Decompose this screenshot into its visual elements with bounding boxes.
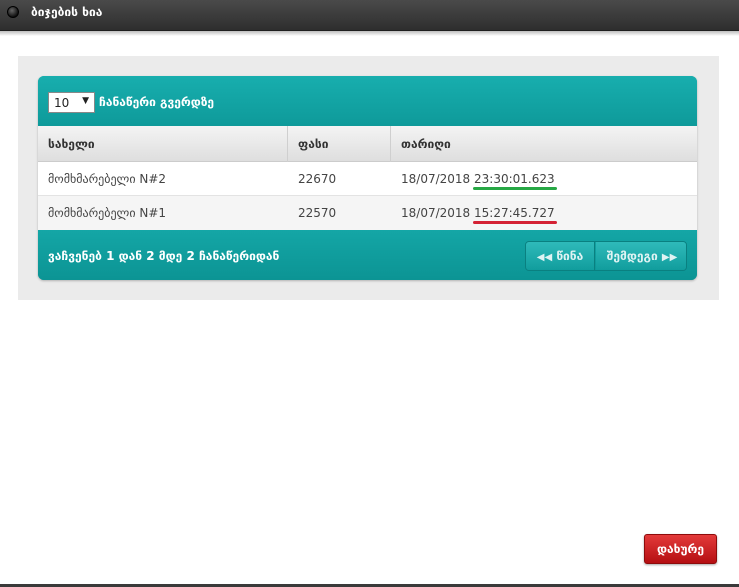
close-button[interactable]: დახურე: [644, 534, 717, 564]
page-length-value: 10: [54, 96, 70, 110]
window-titlebar: ბიჯების ხია: [0, 0, 739, 31]
table-info: ვაჩვენებ 1 დან 2 მდე 2 ჩანაწერიდან: [48, 249, 280, 263]
column-header-date[interactable]: თარიღი: [391, 126, 697, 162]
cell-time-text: 23:30:01.623: [474, 172, 555, 186]
cell-date: 18/07/2018 23:30:01.623: [391, 162, 557, 196]
bids-table-widget: 10 ▼ ჩანაწერი გვერდზე სახელი ფასი თარიღი…: [38, 76, 697, 280]
cell-date-time: 15:27:45.727: [473, 196, 557, 230]
column-header-price[interactable]: ფასი: [288, 126, 391, 162]
page-length-label: ჩანაწერი გვერდზე: [99, 95, 215, 109]
cell-date-time: 23:30:01.623: [473, 162, 557, 196]
cell-name: მომხმარებელი N#1: [48, 206, 167, 220]
cell-date-day: 18/07/2018: [401, 206, 471, 220]
next-page-label: შემდეგი: [606, 249, 658, 263]
double-chevron-left-icon: ◀◀: [536, 252, 553, 263]
window-menu-icon[interactable]: [7, 6, 19, 18]
table-row: მომხმარებელი N#1 22570 18/07/2018 15:27:…: [38, 196, 697, 230]
table-footer: ვაჩვენებ 1 დან 2 მდე 2 ჩანაწერიდან ◀◀ წი…: [38, 230, 697, 280]
previous-page-label: წინა: [556, 249, 584, 263]
red-underline-mark: [473, 221, 557, 224]
cell-date: 18/07/2018 15:27:45.727: [391, 196, 557, 230]
page-length-select[interactable]: 10 ▼: [48, 92, 95, 113]
table-row: მომხმარებელი N#2 22670 18/07/2018 23:30:…: [38, 162, 697, 196]
next-page-button[interactable]: შემდეგი ▶▶: [596, 242, 686, 270]
table-header: სახელი ფასი თარიღი: [38, 126, 697, 162]
cell-price: 22670: [298, 172, 337, 186]
cell-time-text: 15:27:45.727: [474, 206, 555, 220]
chevron-down-icon: ▼: [82, 96, 89, 106]
cell-date-day: 18/07/2018: [401, 172, 471, 186]
previous-page-button[interactable]: ◀◀ წინა: [526, 242, 595, 270]
green-underline-mark: [473, 187, 557, 190]
pagination: ◀◀ წინა შემდეგი ▶▶: [525, 241, 687, 271]
bids-table: სახელი ფასი თარიღი მომხმარებელი N#2 2267…: [38, 126, 697, 230]
cell-price: 22570: [298, 206, 337, 220]
column-header-name[interactable]: სახელი: [38, 126, 288, 162]
cell-name: მომხმარებელი N#2: [48, 172, 167, 186]
window-title: ბიჯების ხია: [31, 5, 103, 19]
titlebar-shadow: [0, 31, 739, 36]
table-toolbar: 10 ▼ ჩანაწერი გვერდზე: [38, 76, 697, 126]
double-chevron-right-icon: ▶▶: [661, 252, 678, 263]
